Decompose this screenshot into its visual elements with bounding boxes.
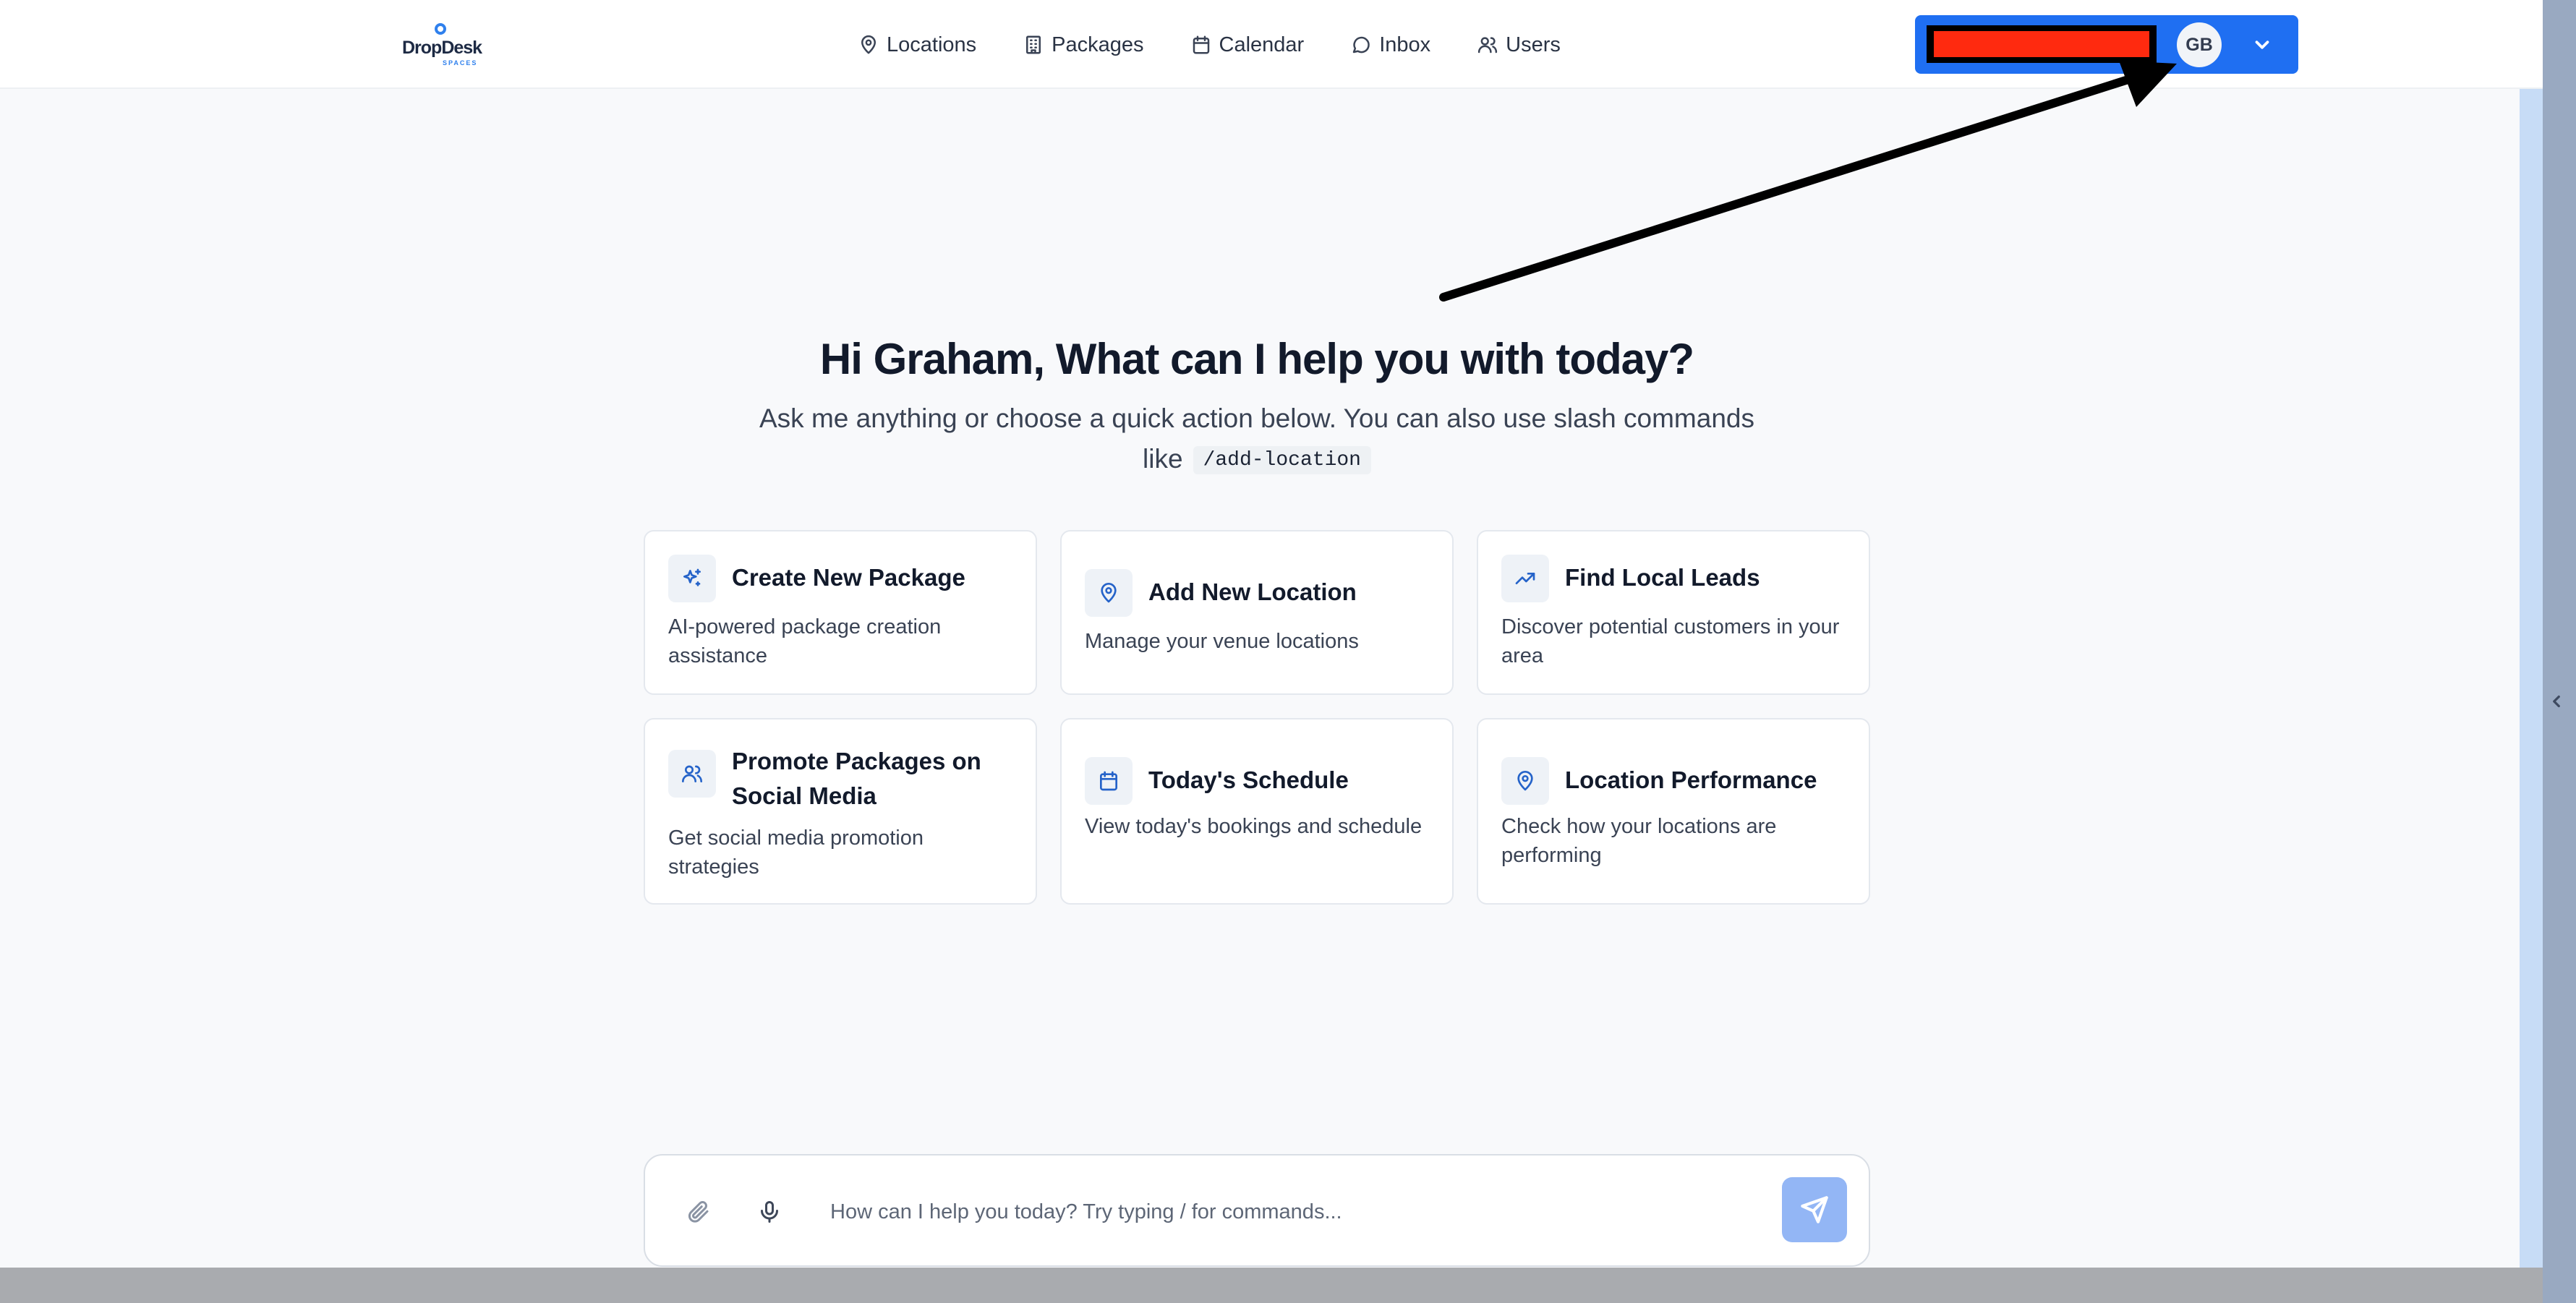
side-panel <box>2543 0 2576 1303</box>
card-description: Discover potential customers in your are… <box>1501 615 1840 667</box>
map-pin-icon <box>1501 757 1549 805</box>
nav-users[interactable]: Users <box>1477 33 1561 57</box>
action-card-location-performance[interactable]: Location Performance Check how your loca… <box>1477 718 1870 905</box>
microphone-icon[interactable] <box>756 1199 782 1228</box>
users-icon <box>1478 37 1498 54</box>
slash-command-example: /add-location <box>1193 446 1371 474</box>
nav-label: Users <box>1506 33 1561 56</box>
action-card-find-leads[interactable]: Find Local Leads Discover potential cust… <box>1477 530 1870 695</box>
redacted-username <box>1927 25 2157 63</box>
top-header: DropDesk SPACES Locations Packages Calen… <box>0 0 2543 89</box>
chevron-down-icon[interactable] <box>2251 34 2273 56</box>
message-circle-icon <box>1352 36 1370 54</box>
greeting-subtitle-line2: like/add-location <box>0 444 2514 474</box>
card-description: AI-powered package creation assistance <box>668 615 942 667</box>
chat-input[interactable] <box>830 1193 1770 1231</box>
chevron-left-icon[interactable] <box>2547 691 2566 712</box>
calendar-icon <box>1193 35 1209 54</box>
brand-logo[interactable]: DropDesk SPACES <box>402 22 489 68</box>
side-panel-edge <box>2520 89 2543 1268</box>
card-title: Location Performance <box>1565 766 1817 793</box>
trending-up-icon <box>1501 555 1549 602</box>
building-icon <box>1026 35 1041 54</box>
card-description: View today's bookings and schedule <box>1085 815 1423 838</box>
send-button[interactable] <box>1782 1177 1847 1242</box>
nav-inbox[interactable]: Inbox <box>1350 33 1430 57</box>
calendar-icon <box>1085 757 1133 805</box>
users-icon <box>668 750 716 798</box>
card-title: Promote Packages on Social Media <box>732 748 981 809</box>
sparkles-icon <box>668 555 716 602</box>
account-menu-button[interactable]: GB <box>1915 15 2298 74</box>
brand-name: DropDesk <box>402 38 482 58</box>
subtitle-like: like <box>1143 444 1183 474</box>
card-title: Add New Location <box>1148 578 1357 605</box>
action-card-add-location[interactable]: Add New Location Manage your venue locat… <box>1060 530 1454 695</box>
chat-composer <box>644 1154 1870 1267</box>
nav-locations[interactable]: Locations <box>858 33 976 57</box>
nav-label: Locations <box>887 33 977 56</box>
map-pin-icon <box>1085 569 1133 617</box>
card-title: Find Local Leads <box>1565 564 1760 591</box>
logo-pin-icon <box>435 23 446 35</box>
action-card-create-package[interactable]: Create New Package AI-powered package cr… <box>644 530 1037 695</box>
card-description: Check how your locations are performing <box>1501 815 1777 867</box>
bottom-bar <box>0 1268 2543 1303</box>
card-description: Get social media promotion strategies <box>668 826 924 879</box>
paperclip-icon[interactable] <box>686 1199 712 1225</box>
nav-label: Calendar <box>1219 33 1305 56</box>
greeting-title: Hi Graham, What can I help you with toda… <box>819 335 1694 383</box>
avatar[interactable]: GB <box>2177 22 2222 67</box>
card-title: Create New Package <box>732 564 965 591</box>
redaction-fill <box>1934 31 2149 57</box>
greeting-subtitle: Ask me anything or choose a quick action… <box>759 403 1754 433</box>
main-nav: Locations Packages Calendar Inbox Users <box>858 29 1561 61</box>
nav-packages[interactable]: Packages <box>1023 33 1144 57</box>
map-pin-icon <box>861 35 876 54</box>
brand-sub: SPACES <box>443 59 478 67</box>
action-card-promote-social[interactable]: Promote Packages on Social Media Get soc… <box>644 718 1037 905</box>
nav-label: Packages <box>1052 33 1144 56</box>
nav-label: Inbox <box>1379 33 1431 56</box>
card-title: Today's Schedule <box>1148 766 1349 793</box>
send-icon <box>1801 1196 1828 1223</box>
action-card-todays-schedule[interactable]: Today's Schedule View today's bookings a… <box>1060 718 1454 905</box>
nav-calendar[interactable]: Calendar <box>1190 33 1305 57</box>
card-description: Manage your venue locations <box>1085 630 1359 653</box>
